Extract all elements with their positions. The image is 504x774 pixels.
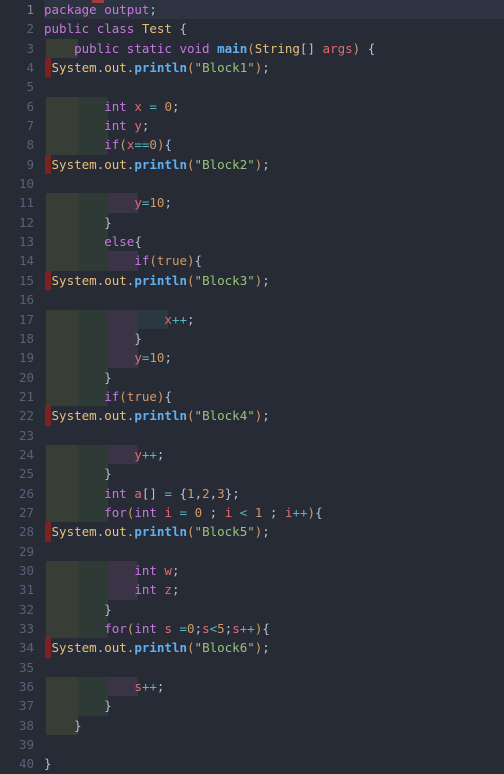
code-line[interactable]: } [44,464,504,484]
line-number: 40 [18,756,34,772]
line-number: 7 [26,118,34,134]
code-line[interactable] [44,426,504,445]
line-number: 34 [18,640,34,656]
code-line[interactable]: System.out.println("Block5"); [44,522,504,542]
code-line[interactable]: y=10; [44,193,504,213]
code-line[interactable]: int x = 0; [44,96,504,117]
line-number: 32 [18,601,34,617]
line-number: 19 [18,350,34,366]
code-line[interactable] [44,735,504,754]
code-line[interactable]: s++; [44,677,504,697]
line-number: 17 [18,311,34,327]
line-number: 29 [18,543,34,559]
code-line[interactable] [44,174,504,193]
line-number: 24 [18,446,34,462]
code-line[interactable]: } [44,696,504,716]
code-line[interactable]: System.out.println("Block4"); [44,406,504,426]
line-number: 15 [18,272,34,288]
code-line[interactable]: } [44,599,504,619]
line-number: 28 [18,524,34,540]
code-line[interactable]: int w; [44,560,504,581]
line-number: 16 [18,292,34,308]
line-number: 4 [26,60,34,76]
code-line[interactable]: System.out.println("Block2"); [44,154,504,175]
code-line[interactable]: package output; [0,0,504,20]
code-line[interactable]: for(int i = 0 ; i < 1 ; i++){ [44,502,504,523]
line-number: 33 [18,621,34,636]
code-line[interactable]: if(true){ [44,386,504,407]
code-line[interactable]: if(x==0){ [44,135,504,155]
code-line[interactable]: if(true){ [44,251,504,271]
line-number: 13 [18,234,34,250]
code-line[interactable]: else{ [44,232,504,252]
line-number: 31 [18,582,34,598]
code-editor[interactable]: 1 2 3 4 5 6 7 8 9 10 11 12 13 14 15 16 1… [0,0,504,774]
line-number: 35 [18,659,34,675]
code-content[interactable]: package output; public class Test { publ… [0,0,504,774]
code-line[interactable]: public static void main(String[] args) { [44,38,504,59]
line-number: 18 [18,330,34,346]
line-number: 9 [26,156,34,172]
line-number: 11 [18,195,34,211]
code-line[interactable]: } [44,367,504,387]
code-line[interactable]: } [44,754,504,773]
line-number: 30 [18,562,34,578]
line-number: 10 [18,176,34,192]
line-number: 39 [18,737,34,753]
code-line[interactable]: } [44,715,504,736]
line-number: 25 [18,466,34,482]
code-line[interactable]: System.out.println("Block3"); [44,270,504,291]
code-line[interactable]: System.out.println("Block1"); [44,58,504,78]
code-line[interactable]: y++; [44,444,504,465]
code-line[interactable]: } [44,328,504,349]
line-number: 3 [26,40,34,56]
line-number: 23 [18,427,34,443]
code-line[interactable] [44,542,504,561]
code-line[interactable] [44,77,504,96]
line-number: 5 [26,79,34,95]
code-line[interactable]: x++; [44,309,504,329]
line-number: 14 [18,253,34,269]
line-number: 6 [26,98,34,114]
line-number-gutter[interactable]: 1 2 3 4 5 6 7 8 9 10 11 12 13 14 15 16 1… [0,0,44,774]
code-line[interactable] [44,290,504,309]
line-number: 36 [18,679,34,695]
code-line[interactable]: int z; [44,580,504,600]
line-number: 27 [18,504,34,520]
line-number: 38 [18,717,34,733]
code-line[interactable] [44,658,504,677]
code-line[interactable]: int a[] = {1,2,3}; [44,483,504,503]
code-line[interactable]: } [44,212,504,233]
line-number: 1 [26,2,34,17]
line-number: 22 [18,408,34,424]
line-number: 37 [18,698,34,714]
line-number: 26 [18,485,34,501]
line-number: 21 [18,388,34,404]
code-line[interactable]: y=10; [44,348,504,368]
line-number: 12 [18,214,34,230]
caret-marker [92,0,104,3]
line-number: 8 [26,137,34,153]
line-number: 2 [26,21,34,37]
line-number: 20 [18,369,34,385]
code-line[interactable]: int y; [44,116,504,136]
code-line[interactable]: for(int s =0;s<5;s++){ [44,619,504,639]
code-line[interactable]: System.out.println("Block6"); [44,638,504,658]
code-line[interactable]: public class Test { [44,19,504,38]
